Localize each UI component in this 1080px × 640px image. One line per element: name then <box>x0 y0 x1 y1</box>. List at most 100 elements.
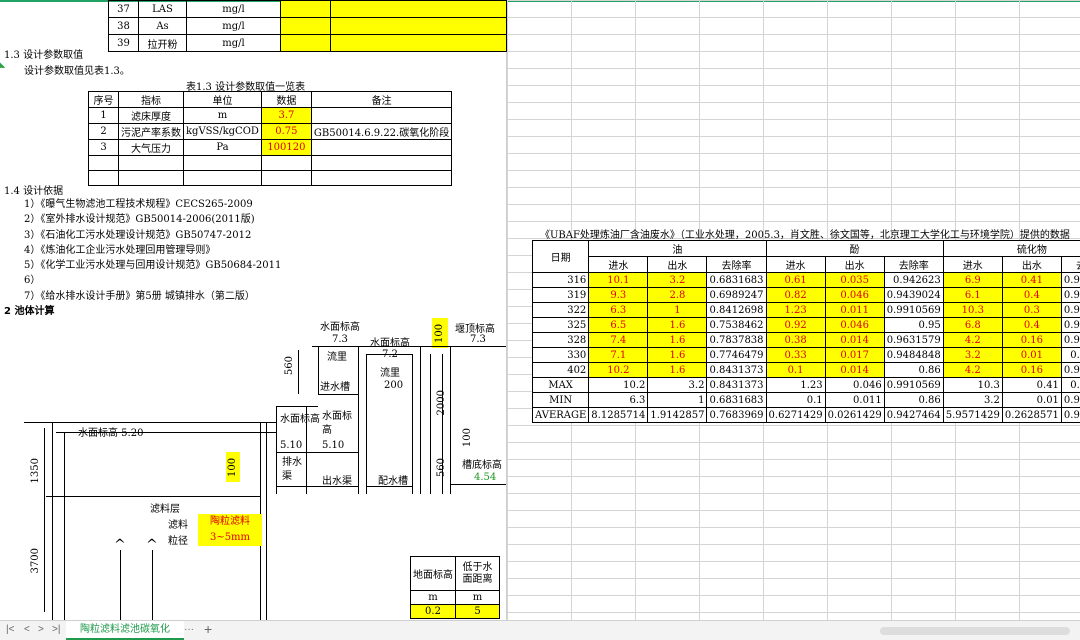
param-header: 指标 <box>118 91 184 108</box>
ubaf-cell: 1.6 <box>647 317 708 333</box>
ubaf-cell: 0.9619048 <box>1060 332 1080 348</box>
top-row-name: As <box>138 17 187 35</box>
nav-last-icon[interactable]: >| <box>52 624 60 635</box>
ubaf-cell: 0.046 <box>824 287 885 303</box>
param-cell <box>183 170 262 186</box>
wl-b-value: 5.10 <box>322 440 345 451</box>
param-cell: GB50014.6.9.22.碳氧化阶段 <box>310 123 453 140</box>
ubaf-cell: 0.8412698 <box>706 302 767 318</box>
ubaf-row: 316 10.1 3.2 0.6831683 0.61 0.035 0.942623 6.9 0… <box>531 272 1080 288</box>
ubaf-cell: 10.2 <box>588 362 649 378</box>
param-cell <box>260 155 312 171</box>
param-cell <box>310 170 453 186</box>
ubaf-stat-row: MIN6.310.68316830.10.0110.863.20.010.934… <box>531 392 1080 408</box>
param-cell: 0.75 <box>260 123 312 140</box>
ubaf-cell: 0.95 <box>883 317 944 333</box>
below-header: 低于水面距离 <box>455 556 500 591</box>
dim-560-left: 560 <box>284 356 295 376</box>
nav-first-icon[interactable]: |< <box>6 624 14 635</box>
inlet-trough: 进水槽 <box>320 382 350 393</box>
below-value: 5 <box>455 604 500 619</box>
top-rows-table: 37 LAS mg/l 38 As mg/l 39 拉开粉 mg/l <box>108 0 507 52</box>
ubaf-stat-cell: 0.9910569 <box>883 377 944 393</box>
ubaf-stat-cell: 0.011 <box>824 392 885 408</box>
dim-2000: 2000 <box>436 390 447 416</box>
more-sheets-button[interactable]: ··· <box>184 624 194 635</box>
dim-560-right: 560 <box>436 458 447 478</box>
ubaf-cell: 0.017 <box>824 347 885 363</box>
ubaf-stat-cell: 10.3 <box>942 377 1003 393</box>
param-cell <box>310 155 453 171</box>
ubaf-stat-cell: MIN <box>531 392 590 408</box>
add-sheet-button[interactable]: + <box>204 621 212 637</box>
ubaf-cell: 0.61 <box>765 272 826 288</box>
ubaf-sub-header: 出水 <box>647 256 708 273</box>
ubaf-stat-cell: 3.2 <box>647 377 708 393</box>
ubaf-cell: 1.23 <box>765 302 826 318</box>
top-row-name: LAS <box>138 0 187 18</box>
ubaf-cell: 0.01 <box>1001 347 1062 363</box>
dim-3700: 3700 <box>30 548 41 574</box>
h-scrollbar[interactable] <box>880 627 1070 635</box>
ubaf-cell: 0.1 <box>765 362 826 378</box>
ubaf-cell: 325 <box>531 317 590 333</box>
ubaf-stat-cell: 0.9344262 <box>1060 392 1080 408</box>
ubaf-stat-cell: 1.9142857 <box>647 407 708 423</box>
param-row-empty <box>88 170 453 186</box>
basis-item: 5）《化学工业污水处理与回用设计规范》GB50684-2011 <box>24 260 282 272</box>
ubaf-cell: 0.8431373 <box>706 362 767 378</box>
ubaf-cell: 0.9619048 <box>1060 362 1080 378</box>
filter-layer: 滤料层 <box>150 504 180 515</box>
trough-bottom-value: 4.54 <box>474 472 497 483</box>
below-unit: m <box>455 590 500 605</box>
top-row: 38 As mg/l <box>108 17 507 35</box>
ubaf-cell: 0.9411765 <box>1060 317 1080 333</box>
top-row-note <box>330 34 507 52</box>
nav-prev-icon[interactable]: < <box>24 624 30 635</box>
basis-item: 2）《室外排水设计规范》GB50014-2006(2011版) <box>24 214 255 226</box>
weir-label: 堰顶标高 <box>455 324 495 335</box>
diagram: 水面标高 7.3 水面标高 7.2 100 堰顶标高 7.3 流里 进水槽 流里… <box>0 310 506 620</box>
ubaf-cell: 0.4 <box>1001 287 1062 303</box>
param-row: 2 污泥产率系数 kgVSS/kgCOD 0.75 GB50014.6.9.22.碳氧化… <box>88 123 453 140</box>
param-cell <box>118 155 184 171</box>
top-row-name: 拉开粉 <box>138 34 187 52</box>
ubaf-stat-cell: 0.41 <box>1001 377 1062 393</box>
ground-unit: m <box>410 590 456 605</box>
ubaf-cell: 4.2 <box>942 332 1003 348</box>
ground-header: 地面标高 <box>410 556 456 591</box>
ubaf-stat-cell: 0.86 <box>883 392 944 408</box>
ubaf-cell: 0.33 <box>765 347 826 363</box>
ubaf-stat-cell: MAX <box>531 377 590 393</box>
ubaf-stat-cell: 0.6831683 <box>706 392 767 408</box>
ubaf-stat-cell: 8.1285714 <box>588 407 649 423</box>
param-cell <box>88 155 119 171</box>
param-cell <box>118 170 184 186</box>
ubaf-cell: 0.996875 <box>1060 347 1080 363</box>
nav-next-icon[interactable]: > <box>38 624 44 635</box>
row-markers: ◣ <box>0 61 6 69</box>
ubaf-cell: 0.7538462 <box>706 317 767 333</box>
basis-item: 3）《石油化工污水处理设计规范》GB50747-2012 <box>24 229 252 241</box>
ubaf-cell: 316 <box>531 272 590 288</box>
param-cell: 100120 <box>260 139 312 156</box>
top-row-unit: mg/l <box>186 0 281 18</box>
basis-item: 7）《给水排水设计手册》第5册 城镇排水（第二版） <box>24 290 255 302</box>
ubaf-cell: 0.16 <box>1001 332 1062 348</box>
top-row-value <box>280 0 331 18</box>
ubaf-row: 319 9.3 2.8 0.6989247 0.82 0.046 0.9439024 6.1 0… <box>531 287 1080 303</box>
basis-item: 1）《曝气生物滤池工程技术规程》CECS265-2009 <box>24 199 253 210</box>
ubaf-stat-cell: 0.1 <box>765 392 826 408</box>
ubaf-sub-header: 去除率 <box>883 256 944 273</box>
ubaf-sub-header: 进水 <box>942 256 1003 273</box>
ubaf-cell: 0.9631579 <box>883 332 944 348</box>
ubaf-cell: 0.6831683 <box>706 272 767 288</box>
ubaf-cell: 0.9405797 <box>1060 272 1080 288</box>
sheet-tab-active[interactable]: 陶粒滤料滤池碳氧化 <box>66 621 184 640</box>
media-value: 陶粒滤料 <box>198 514 262 530</box>
param-row-empty <box>88 155 453 171</box>
ubaf-stat-cell: 0.01 <box>1001 392 1062 408</box>
ubaf-cell: 0.38 <box>765 332 826 348</box>
wl-top-label: 水面标高 <box>320 322 360 333</box>
ubaf-cell: 7.4 <box>588 332 649 348</box>
